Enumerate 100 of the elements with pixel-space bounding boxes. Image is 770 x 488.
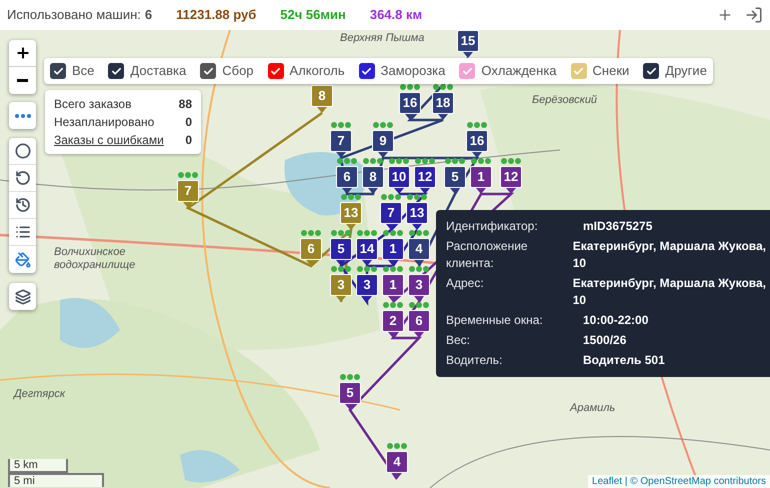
status-dots-icon <box>331 122 351 128</box>
status-dots-icon <box>383 266 403 272</box>
map-marker[interactable]: 10 <box>388 166 410 188</box>
marker-tail-icon <box>414 332 424 338</box>
filter-checkbox[interactable] <box>358 63 375 79</box>
marker-tail-icon <box>183 202 193 208</box>
filter-checkbox[interactable] <box>459 63 476 79</box>
map-marker[interactable]: 6 <box>408 310 430 332</box>
filter-label: Все <box>72 62 94 80</box>
filter-checkbox[interactable] <box>570 63 587 79</box>
place-label: Верхняя Пышма <box>340 32 424 45</box>
marker-tail-icon <box>342 188 352 194</box>
place-label: Берёзовский <box>532 94 598 107</box>
status-dots-icon <box>409 266 429 272</box>
map-marker[interactable]: 1 <box>382 238 404 260</box>
filter-label: Снеки <box>592 62 630 80</box>
place-label: Волчихинское водохранилище <box>54 246 136 272</box>
map-marker[interactable]: 5 <box>444 166 466 188</box>
tooltip-label: Вес: <box>446 332 472 349</box>
map-marker[interactable]: 13 <box>340 202 362 224</box>
map-marker[interactable]: 5 <box>339 382 361 404</box>
summary-value: 0 <box>185 132 192 148</box>
map-marker[interactable]: 18 <box>432 92 454 114</box>
place-label: Дегтярск <box>14 388 66 401</box>
cost-value: 11231.88 руб <box>176 6 256 24</box>
marker-tail-icon <box>345 404 355 410</box>
layers-icon <box>14 288 30 304</box>
status-dots-icon <box>381 194 401 200</box>
map-marker[interactable]: 7 <box>380 202 402 224</box>
rotate-icon <box>14 170 30 186</box>
map-marker[interactable]: 15 <box>457 30 479 52</box>
map-marker[interactable]: 6 <box>336 166 358 188</box>
check-icon <box>462 66 473 76</box>
map-marker[interactable]: 3 <box>408 274 430 296</box>
filter-label: Охлажденка <box>481 62 557 80</box>
filter-label: Заморозка <box>380 62 446 80</box>
filter-checkbox[interactable] <box>50 63 66 79</box>
tooltip-label: Адрес: <box>446 275 485 292</box>
map-marker[interactable]: 8 <box>311 85 333 107</box>
filter-label: Сбор <box>222 62 254 80</box>
add-icon[interactable] <box>717 7 733 23</box>
marker-tail-icon <box>438 114 448 120</box>
map-marker[interactable]: 5 <box>330 238 352 260</box>
vehicles-count: 6 <box>144 6 152 24</box>
map-marker[interactable]: 1 <box>470 166 492 188</box>
map-marker[interactable]: 13 <box>406 202 428 224</box>
status-dots-icon <box>400 84 420 90</box>
status-dots-icon <box>340 374 360 380</box>
status-dots-icon <box>331 266 351 272</box>
map-marker[interactable]: 1 <box>382 274 404 296</box>
map-marker[interactable]: 3 <box>330 274 352 296</box>
map-marker[interactable]: 4 <box>386 451 408 473</box>
status-dots-icon <box>409 230 429 236</box>
filter-checkbox[interactable] <box>268 63 284 79</box>
summary-value: 88 <box>178 96 192 112</box>
marker-tail-icon <box>317 107 327 113</box>
logout-icon[interactable] <box>745 6 763 24</box>
filter-checkbox[interactable] <box>108 63 124 79</box>
scale-bar: 5 mi <box>8 473 104 487</box>
check-icon <box>202 66 214 76</box>
filter-checkbox[interactable] <box>200 63 216 79</box>
status-dots-icon <box>445 158 465 164</box>
marker-tail-icon <box>336 260 346 266</box>
map-marker[interactable]: 7 <box>177 180 199 202</box>
map-marker[interactable]: 14 <box>356 238 378 260</box>
map-marker[interactable]: 16 <box>399 92 421 114</box>
list-icon <box>14 224 30 240</box>
tooltip-value: 10 <box>572 292 588 309</box>
map-marker[interactable]: 7 <box>330 130 352 152</box>
circle-icon <box>14 143 30 159</box>
errors-link[interactable]: Заказы с ошибками <box>54 132 164 148</box>
map-marker[interactable]: 8 <box>362 166 384 188</box>
map-marker[interactable]: 16 <box>466 130 488 152</box>
minus-icon <box>17 79 28 82</box>
marker-tail-icon <box>362 296 372 302</box>
map-marker[interactable]: 12 <box>500 166 522 188</box>
map-marker[interactable]: 12 <box>414 166 436 188</box>
map-attribution: Leaflet | © OpenStreetMap contributors <box>588 475 770 488</box>
more-button[interactable] <box>9 102 36 129</box>
tooltip-label: Временные окна: <box>446 312 544 329</box>
status-dots-icon <box>357 266 377 272</box>
status-dots-icon <box>301 230 321 236</box>
scale-bar: 5 km <box>8 459 68 473</box>
status-dots-icon <box>471 158 491 164</box>
tooltip-value: Екатеринбург, Маршала Жукова, <box>572 238 766 255</box>
map-marker[interactable]: 6 <box>300 238 322 260</box>
vehicles-label: Использовано машин: <box>7 6 141 24</box>
distance-value: 364.8 км <box>370 6 422 24</box>
status-dots-icon <box>363 158 383 164</box>
map-marker[interactable]: 9 <box>372 130 394 152</box>
map-marker[interactable]: 3 <box>356 274 378 296</box>
status-dots-icon <box>341 194 361 200</box>
marker-tail-icon <box>306 260 316 266</box>
marker-tail-icon <box>412 224 422 230</box>
filter-checkbox[interactable] <box>643 63 660 79</box>
layers-button[interactable] <box>9 283 36 310</box>
status-dots-icon <box>501 158 521 164</box>
map-marker[interactable]: 4 <box>408 238 430 260</box>
status-dots-icon <box>387 443 407 449</box>
map-marker[interactable]: 2 <box>382 310 404 332</box>
